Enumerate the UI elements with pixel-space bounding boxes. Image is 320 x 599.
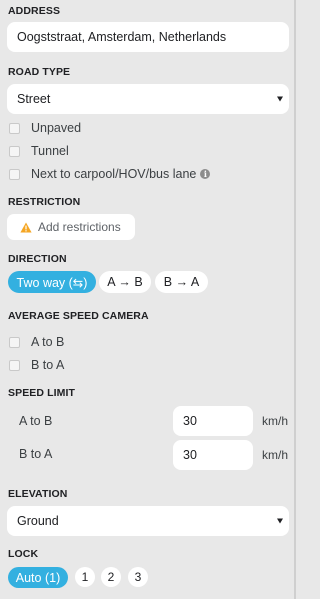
lock-auto-label: Auto (1) bbox=[15, 570, 61, 585]
address-title: ADDRESS bbox=[8, 5, 61, 17]
road-type-selected: Street bbox=[17, 92, 51, 106]
camera-b-to-a-checkbox[interactable] bbox=[9, 359, 20, 371]
camera-a-to-b-row[interactable]: A to B bbox=[9, 334, 64, 350]
lock-level-2-button[interactable]: 2 bbox=[101, 567, 121, 587]
speed-limit-a-to-b-label: A to B bbox=[19, 414, 53, 428]
speed-limit-b-to-a-label: B to A bbox=[19, 447, 53, 461]
info-icon[interactable]: i bbox=[200, 169, 211, 179]
direction-two-way-label: Two way (⇆) bbox=[16, 275, 88, 290]
direction-b-to-a-label: B → A bbox=[163, 275, 200, 289]
elevation-selected: Ground bbox=[17, 514, 59, 528]
tunnel-label: Tunnel bbox=[31, 144, 69, 158]
elevation-select[interactable]: Ground bbox=[7, 506, 289, 536]
address-field[interactable]: Oogststraat, Amsterdam, Netherlands bbox=[7, 22, 289, 52]
speed-limit-b-to-a-input[interactable]: 30 bbox=[173, 440, 253, 470]
hov-lane-checkbox[interactable] bbox=[9, 168, 20, 180]
tunnel-checkbox[interactable] bbox=[9, 145, 20, 157]
hov-lane-label: Next to carpool/HOV/bus lane bbox=[31, 167, 197, 181]
direction-b-to-a-button[interactable]: B → A bbox=[155, 271, 208, 293]
panel-border bbox=[294, 0, 296, 599]
direction-title: DIRECTION bbox=[8, 253, 67, 265]
speed-camera-title: AVERAGE SPEED CAMERA bbox=[8, 310, 149, 322]
lock-level-2-label: 2 bbox=[107, 570, 115, 584]
direction-a-to-b-label: A → B bbox=[107, 275, 143, 289]
speed-limit-a-to-b-unit: km/h bbox=[262, 414, 289, 428]
speed-limit-a-to-b-input[interactable]: 30 bbox=[173, 406, 253, 436]
camera-b-to-a-label: B to A bbox=[31, 358, 65, 372]
elevation-title: ELEVATION bbox=[8, 488, 68, 500]
road-type-title: ROAD TYPE bbox=[8, 66, 71, 78]
speed-limit-title: SPEED LIMIT bbox=[8, 387, 76, 399]
speed-limit-a-to-b-value: 30 bbox=[183, 414, 197, 428]
lock-level-3-button[interactable]: 3 bbox=[128, 567, 148, 587]
warning-icon bbox=[20, 222, 32, 232]
road-type-select[interactable]: Street bbox=[7, 84, 289, 114]
lock-title: LOCK bbox=[8, 548, 39, 560]
restriction-title: RESTRICTION bbox=[8, 196, 81, 208]
speed-limit-b-to-a-value: 30 bbox=[183, 448, 197, 462]
tunnel-checkbox-row[interactable]: Tunnel bbox=[9, 143, 69, 159]
address-value: Oogststraat, Amsterdam, Netherlands bbox=[17, 30, 227, 44]
lock-level-3-label: 3 bbox=[134, 570, 142, 584]
speed-limit-b-to-a-unit: km/h bbox=[262, 448, 289, 462]
add-restrictions-button[interactable]: Add restrictions bbox=[7, 214, 135, 240]
lock-level-1-label: 1 bbox=[81, 570, 89, 584]
add-restrictions-label: Add restrictions bbox=[38, 220, 121, 234]
camera-a-to-b-checkbox[interactable] bbox=[9, 336, 20, 348]
unpaved-checkbox[interactable] bbox=[9, 122, 20, 134]
hov-lane-checkbox-row[interactable]: Next to carpool/HOV/bus lane i bbox=[9, 166, 211, 182]
camera-a-to-b-label: A to B bbox=[31, 335, 65, 349]
unpaved-label: Unpaved bbox=[31, 121, 82, 135]
chevron-down-icon bbox=[277, 96, 283, 102]
direction-two-way-button[interactable]: Two way (⇆) bbox=[8, 271, 96, 293]
direction-a-to-b-button[interactable]: A → B bbox=[99, 271, 151, 293]
chevron-down-icon bbox=[277, 518, 283, 524]
segment-edit-panel: ADDRESS Oogststraat, Amsterdam, Netherla… bbox=[0, 0, 296, 599]
unpaved-checkbox-row[interactable]: Unpaved bbox=[9, 120, 81, 136]
camera-b-to-a-row[interactable]: B to A bbox=[9, 357, 64, 373]
lock-auto-button[interactable]: Auto (1) bbox=[8, 567, 68, 588]
lock-level-1-button[interactable]: 1 bbox=[75, 567, 95, 587]
